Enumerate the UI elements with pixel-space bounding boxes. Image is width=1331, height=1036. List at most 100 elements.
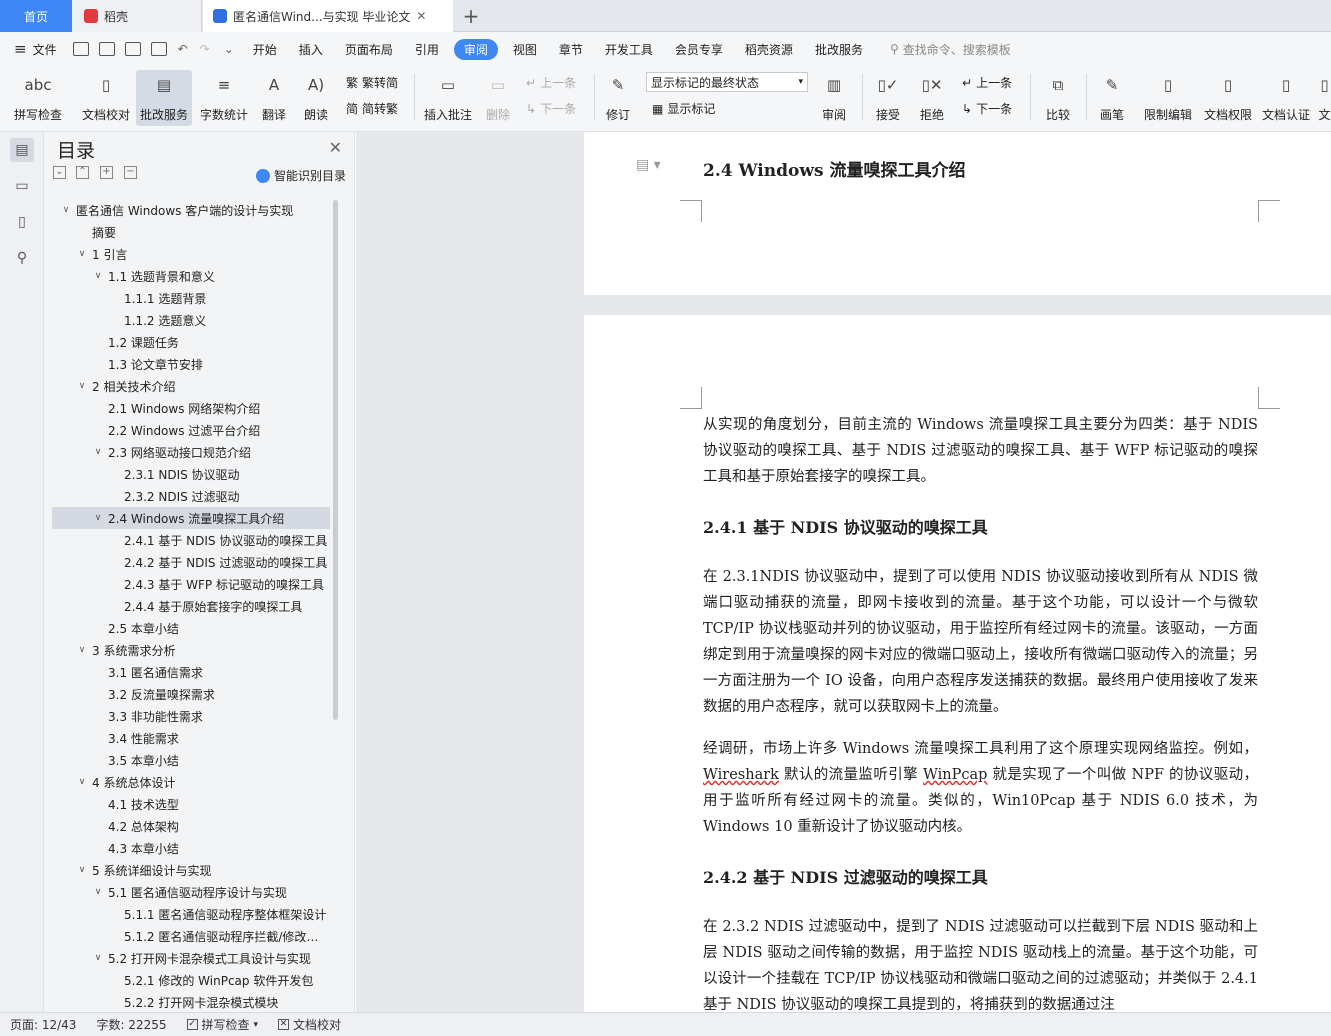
redo-icon[interactable]: ↷ xyxy=(200,42,210,56)
spelling-error[interactable]: WinPcap xyxy=(923,767,987,783)
page-indicator[interactable]: 页面: 12/43 xyxy=(0,1016,86,1033)
toc-item[interactable]: 3.1 匿名通信需求 xyxy=(52,661,330,683)
toc-item[interactable]: 2.2 Windows 过滤平台介绍 xyxy=(52,419,330,441)
toc-item[interactable]: 摘要 xyxy=(52,221,330,243)
chevron-down-icon[interactable]: ∨ xyxy=(76,777,88,787)
display-state-select[interactable]: 显示标记的最终状态 ▾ xyxy=(646,72,808,92)
trad-to-simp-button[interactable]: 繁繁转简 xyxy=(346,74,398,91)
smart-toc-button[interactable]: 智能识别目录 xyxy=(255,167,346,184)
toc-item[interactable]: 4.1 技术选型 xyxy=(52,793,330,815)
chevron-down-icon[interactable]: ∨ xyxy=(76,645,88,655)
export-pdf-icon[interactable] xyxy=(98,42,115,56)
spell-check-toggle[interactable]: ✓ 拼写检查 ▾ xyxy=(177,1016,269,1033)
undo-icon[interactable]: ↶ xyxy=(178,42,188,56)
toc-scrollbar[interactable] xyxy=(333,200,338,720)
chevron-down-icon[interactable]: ∨ xyxy=(76,381,88,391)
toc-item[interactable]: 2.4.3 基于 WFP 标记驱动的嗅探工具 xyxy=(52,573,330,595)
track-changes-button[interactable]: ✎ 修订 xyxy=(600,70,636,126)
show-marks-button[interactable]: ▦ 显示标记 xyxy=(652,100,715,117)
toc-item[interactable]: ∨ 匿名通信 Windows 客户端的设计与实现 xyxy=(52,199,330,221)
toc-item[interactable]: 5.2.1 修改的 WinPcap 软件开发包 xyxy=(52,969,330,991)
restrict-edit-button[interactable]: ▯ 限制编辑 xyxy=(1140,70,1196,126)
menu-review[interactable]: 审阅 xyxy=(453,38,498,60)
chevron-down-icon[interactable]: ∨ xyxy=(60,205,72,215)
toc-item[interactable]: 2.4.4 基于原始套接字的嗅探工具 xyxy=(52,595,330,617)
doc-permission-button[interactable]: ▯ 文档权限 xyxy=(1200,70,1256,126)
menu-member[interactable]: 会员专享 xyxy=(664,41,734,58)
toc-item[interactable]: 2.4.2 基于 NDIS 过滤驱动的嗅探工具 xyxy=(52,551,330,573)
toc-item[interactable]: ∨ 5.2 打开网卡混杂模式工具设计与实现 xyxy=(52,947,330,969)
toc-item[interactable]: ∨ 2 相关技术介绍 xyxy=(52,375,330,397)
toc-item[interactable]: ∨ 3 系统需求分析 xyxy=(52,639,330,661)
word-count[interactable]: 字数: 22255 xyxy=(86,1016,176,1033)
command-search[interactable]: 查找命令、搜索模板 xyxy=(903,41,1011,58)
toc-item[interactable]: 1.2 课题任务 xyxy=(52,331,330,353)
toc-item[interactable]: 3.2 反流量嗅探需求 xyxy=(52,683,330,705)
toc-item[interactable]: 3.4 性能需求 xyxy=(52,727,330,749)
pen-button[interactable]: ✎ 画笔 xyxy=(1094,70,1130,126)
toc-item[interactable]: 4.3 本章小结 xyxy=(52,837,330,859)
menu-chapter[interactable]: 章节 xyxy=(548,41,594,58)
expand-all-icon[interactable]: ⌃ xyxy=(76,166,89,179)
spelling-error[interactable]: Wireshark xyxy=(703,767,779,783)
accept-button[interactable]: ▯✓ 接受 xyxy=(870,70,906,126)
chevron-down-icon[interactable]: ∨ xyxy=(76,865,88,875)
menu-view[interactable]: 视图 xyxy=(502,41,548,58)
toc-item[interactable]: 1.1.1 选题背景 xyxy=(52,287,330,309)
toc-item[interactable]: 2.3.2 NDIS 过滤驱动 xyxy=(52,485,330,507)
more-button[interactable]: ▯ 文 xyxy=(1318,70,1331,126)
collapse-all-icon[interactable]: ⌄ xyxy=(53,166,66,179)
navigation-icon[interactable]: ▭ xyxy=(10,174,34,198)
toc-item[interactable]: ∨ 1 引言 xyxy=(52,243,330,265)
toc-item[interactable]: 1.3 论文章节安排 xyxy=(52,353,330,375)
add-heading-icon[interactable]: + xyxy=(100,166,113,179)
insert-comment-button[interactable]: ▭ 插入批注 xyxy=(420,70,476,126)
tab-document[interactable]: 匿名通信Wind...与实现 毕业论文 ✕ xyxy=(203,0,453,32)
doc-outline-icon[interactable]: ▤ ▾ xyxy=(636,157,661,173)
remove-heading-icon[interactable]: − xyxy=(124,166,137,179)
menu-layout[interactable]: 页面布局 xyxy=(334,41,404,58)
delete-comment-button[interactable]: ▭ 删除 xyxy=(480,70,516,126)
compare-button[interactable]: ⧉ 比较 xyxy=(1038,70,1078,126)
close-icon[interactable]: ✕ xyxy=(329,138,342,157)
chevron-down-icon[interactable]: ∨ xyxy=(92,513,104,523)
toc-item[interactable]: 2.1 Windows 网络架构介绍 xyxy=(52,397,330,419)
menu-insert[interactable]: 插入 xyxy=(288,41,334,58)
chevron-down-icon[interactable]: ⌄ xyxy=(224,42,234,56)
toc-item[interactable]: ∨ 5 系统详细设计与实现 xyxy=(52,859,330,881)
menu-resources[interactable]: 稻壳资源 xyxy=(734,41,804,58)
toc-item[interactable]: ∨ 5.1 匿名通信驱动程序设计与实现 xyxy=(52,881,330,903)
toc-item[interactable]: 2.3.1 NDIS 协议驱动 xyxy=(52,463,330,485)
doc-cert-button[interactable]: ▯ 文档认证 xyxy=(1258,70,1314,126)
document-area[interactable]: ▤ ▾ 2.4 Windows 流量嗅探工具介绍 从实现的角度划分，目前主流的 … xyxy=(356,132,1331,1012)
next-comment-button[interactable]: ↳ 下一条 xyxy=(526,100,576,117)
toc-item[interactable]: 2.4.1 基于 NDIS 协议驱动的嗅探工具 xyxy=(52,529,330,551)
toc-item[interactable]: 3.5 本章小结 xyxy=(52,749,330,771)
toc-item[interactable]: 3.3 非功能性需求 xyxy=(52,705,330,727)
chevron-down-icon[interactable]: ∨ xyxy=(92,887,104,897)
tab-daoke[interactable]: 稻壳 xyxy=(72,0,202,32)
menu-correct[interactable]: 批改服务 xyxy=(804,41,874,58)
hamburger-icon[interactable]: ≡ xyxy=(14,40,27,58)
toc-item[interactable]: ∨ 2.4 Windows 流量嗅探工具介绍 xyxy=(52,507,330,529)
chevron-down-icon[interactable]: ∨ xyxy=(76,249,88,259)
print-icon[interactable] xyxy=(124,42,141,56)
toc-item[interactable]: ∨ 2.3 网络驱动接口规范介绍 xyxy=(52,441,330,463)
menu-start[interactable]: 开始 xyxy=(242,41,288,58)
save-icon[interactable] xyxy=(72,42,89,56)
simp-to-trad-button[interactable]: 简简转繁 xyxy=(346,100,398,117)
toc-item[interactable]: 5.1.2 匿名通信驱动程序拦截/修改数据包 xyxy=(52,925,330,947)
next-change-button[interactable]: ↳ 下一条 xyxy=(962,100,1012,117)
translate-button[interactable]: A 翻译 xyxy=(254,70,294,126)
new-tab-button[interactable]: + xyxy=(455,0,487,32)
menu-devtools[interactable]: 开发工具 xyxy=(594,41,664,58)
reject-button[interactable]: ▯✕ 拒绝 xyxy=(914,70,950,126)
toc-item[interactable]: ∨ 1.1 选题背景和意义 xyxy=(52,265,330,287)
review-pane-button[interactable]: ▥ 审阅 xyxy=(816,70,852,126)
spell-check-button[interactable]: abc 拼写检查 xyxy=(8,70,68,126)
toc-item[interactable]: 1.1.2 选题意义 xyxy=(52,309,330,331)
search-icon[interactable]: ⚲ xyxy=(10,246,34,270)
toc-item[interactable]: 5.1.1 匿名通信驱动程序整体框架设计 xyxy=(52,903,330,925)
word-count-button[interactable]: ≡ 字数统计 xyxy=(196,70,252,126)
tab-close-icon[interactable]: ✕ xyxy=(416,9,426,23)
